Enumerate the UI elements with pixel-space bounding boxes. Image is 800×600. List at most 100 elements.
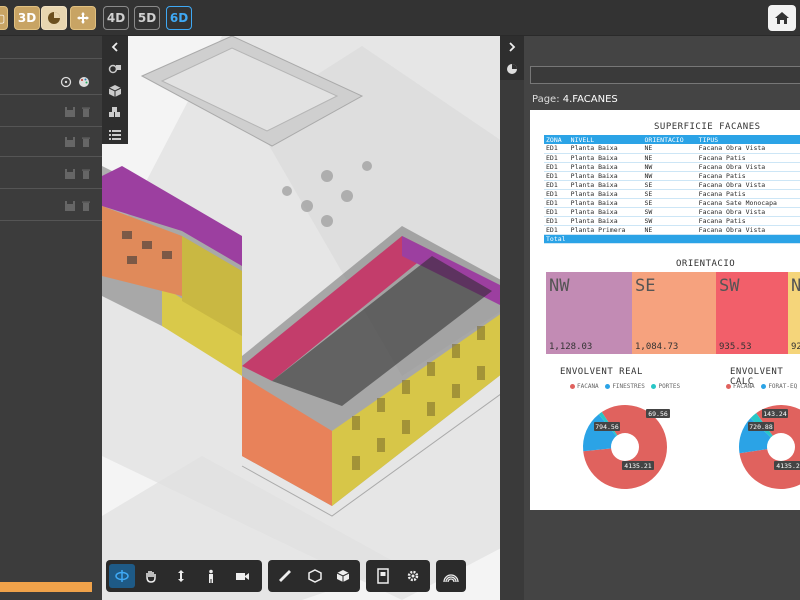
legend-item: PORTES (658, 383, 681, 390)
save-icon[interactable] (64, 136, 76, 148)
slice-label: 4135.21 (776, 462, 800, 470)
save-icon[interactable] (64, 106, 76, 118)
table-cell: SE (642, 198, 697, 208)
properties-icon (377, 568, 389, 584)
legend-item: FINESTRES (612, 383, 645, 390)
save-icon[interactable] (64, 200, 76, 212)
trash-icon[interactable] (80, 200, 92, 212)
slice-label: 794.56 (595, 423, 619, 431)
slice-label: 4135.21 (624, 462, 651, 470)
pan-button[interactable] (138, 564, 164, 588)
settings-cubes-button[interactable] (102, 58, 128, 80)
table-cell: Planta Baixa (568, 180, 643, 190)
home-icon (775, 12, 789, 24)
walk-button[interactable] (198, 564, 224, 588)
3d-viewport[interactable] (102, 36, 524, 600)
orbit-button[interactable] (109, 564, 135, 588)
tile-name: SE (635, 276, 656, 296)
move-button[interactable] (70, 6, 96, 30)
collapse-left-button[interactable] (102, 36, 128, 58)
camera-button[interactable] (230, 564, 256, 588)
trash-icon[interactable] (80, 168, 92, 180)
table-cell: Planta Baixa (568, 153, 643, 163)
table-cell: Planta Baixa (568, 216, 643, 226)
mode-6d-button[interactable]: 6D (166, 6, 192, 30)
page-label: Page: 4.FACANES (532, 94, 618, 105)
pie-chart-icon (507, 64, 517, 74)
table-cell: Facana Sate Monocapa (696, 198, 800, 208)
settings-gear-icon (407, 570, 419, 582)
tile-value: 1,128.03 (549, 342, 593, 352)
table-cell: NW (642, 171, 697, 181)
cube-button[interactable] (102, 80, 128, 102)
table-cell: Planta Baixa (568, 162, 643, 172)
properties-button[interactable] (370, 564, 396, 588)
table-cell: Planta Baixa (568, 144, 643, 154)
left-panel-row (0, 220, 102, 221)
properties-toolbar (366, 560, 430, 592)
tile-value: 92 (791, 342, 800, 352)
pie-chart-icon (48, 12, 60, 24)
mode-3d-button[interactable]: 3D (14, 6, 40, 30)
explode-button[interactable] (330, 564, 356, 588)
mode-5d-button[interactable]: 5D (134, 6, 160, 30)
page-name: 4.FACANES (562, 94, 618, 105)
tile-sw[interactable]: SW 935.53 (716, 272, 788, 354)
table-header-row: ZONA NIVELL ORIENTACIO TIPUS (544, 135, 800, 144)
mode-4d-button[interactable]: 4D (103, 6, 129, 30)
chart-view-button[interactable] (500, 58, 524, 80)
table-cell: NE (642, 144, 697, 154)
facanes-table: ZONA NIVELL ORIENTACIO TIPUS ED1 Planta B… (544, 135, 800, 244)
table-total-row: Total (544, 234, 800, 244)
trash-icon[interactable] (80, 136, 92, 148)
envolvent-calc-legend: FACANA FORAT-EQ (726, 383, 797, 390)
legend-item: FACANA (577, 383, 599, 390)
table-cell: Facana Patis (696, 216, 800, 226)
tile-nw[interactable]: NW 1,128.03 (546, 272, 632, 354)
tile-n[interactable]: N 92 (788, 272, 800, 354)
measure-button[interactable] (272, 564, 298, 588)
table-cell: Facana Patis (696, 171, 800, 181)
column-header: ORIENTACIO (642, 135, 697, 144)
column-header: NIVELL (568, 135, 643, 144)
table-cell: SE (642, 189, 697, 199)
palette-icon[interactable] (78, 76, 90, 88)
column-header: ZONA (544, 135, 569, 144)
building-model (102, 36, 524, 600)
table-cell: Facana Obra Vista (696, 225, 800, 235)
collapse-right-button[interactable] (500, 36, 524, 58)
section-box-button[interactable] (302, 564, 328, 588)
home-button[interactable] (768, 5, 796, 31)
tile-se[interactable]: SE 1,084.73 (632, 272, 716, 354)
table-cell: Planta Baixa (568, 198, 643, 208)
settings-button[interactable] (400, 564, 426, 588)
table-cell: NW (642, 162, 697, 172)
list-button[interactable] (102, 124, 128, 146)
table-cell: ED1 (544, 153, 569, 163)
zoom-button[interactable] (168, 564, 194, 588)
table-row: ED1 Planta Baixa NW Facana Patis (544, 171, 800, 181)
left-panel-row (0, 188, 102, 189)
partial-d-button[interactable]: ▢ (0, 6, 8, 30)
legend-item: FACANA (733, 383, 755, 390)
display-toolbar (436, 560, 466, 592)
rainbow-button[interactable] (438, 564, 464, 588)
table-row: ED1 Planta Primera NE Facana Obra Vista (544, 225, 800, 235)
cubes-button[interactable] (102, 102, 128, 124)
left-panel-row (0, 126, 102, 127)
pie-chart-button[interactable] (41, 6, 67, 30)
report-search-input[interactable] (530, 66, 800, 84)
slice-label: 720.88 (749, 423, 773, 431)
reset-view-icon[interactable] (60, 76, 72, 88)
envolvent-real-title: ENVOLVENT REAL (560, 367, 643, 377)
trash-icon[interactable] (80, 106, 92, 118)
column-header: TIPUS (696, 135, 800, 144)
save-icon[interactable] (64, 168, 76, 180)
table-cell: Facana Obra Vista (696, 180, 800, 190)
tile-value: 935.53 (719, 342, 752, 352)
report-page: SUPERFICIE FACANES ZONA NIVELL ORIENTACI… (530, 110, 800, 510)
page-prefix: Page: (532, 94, 560, 105)
pan-hand-icon (146, 571, 156, 583)
left-panel-row (0, 156, 102, 157)
settings-cubes-icon (108, 64, 121, 74)
